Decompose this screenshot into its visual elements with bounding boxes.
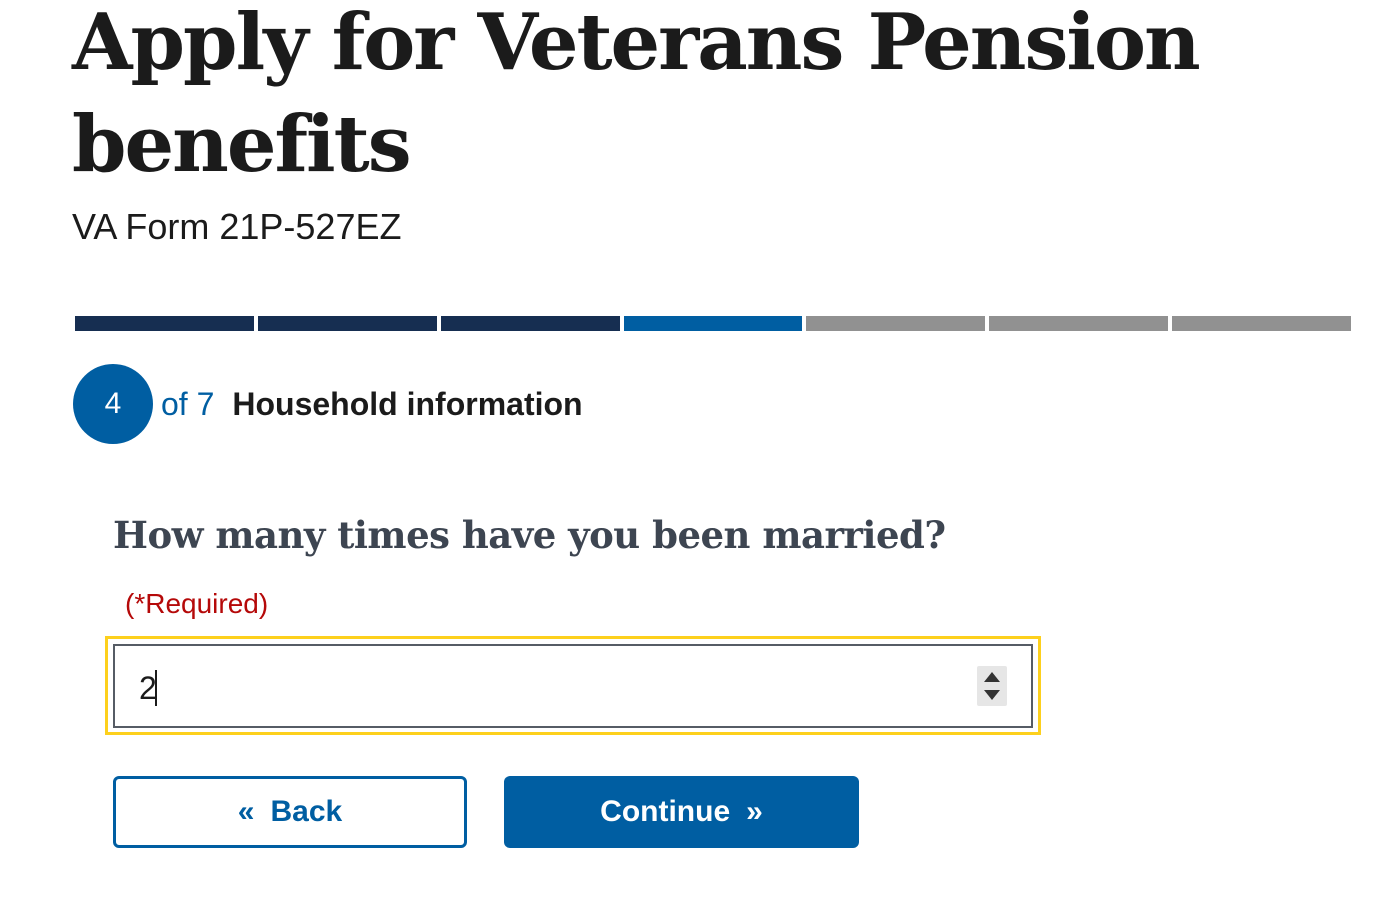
spinner-up-icon[interactable] [984, 672, 1000, 682]
step-of-total: of 7 [161, 385, 215, 422]
required-indicator: (*Required) [125, 588, 269, 619]
progress-segment-incomplete [806, 316, 986, 331]
back-button-label: Back [270, 795, 343, 828]
progress-segment-current [623, 316, 803, 331]
continue-button-label: Continue [600, 795, 731, 828]
step-indicator: 4 of 7 Household information [73, 364, 583, 444]
text-caret [155, 670, 157, 706]
back-button[interactable]: « Back [113, 776, 467, 848]
step-number-badge: 4 [73, 364, 153, 444]
step-title: Household information [232, 385, 583, 422]
question-label: How many times have you been married? [113, 513, 946, 557]
progress-segment-complete [75, 316, 254, 331]
progress-bar [75, 316, 1352, 331]
progress-segment-incomplete [1172, 316, 1352, 331]
continue-button[interactable]: Continue » [504, 776, 859, 848]
number-spinner[interactable] [977, 666, 1007, 706]
progress-segment-incomplete [989, 316, 1169, 331]
marriage-count-input[interactable]: 2 [113, 644, 1033, 728]
double-chevron-left-icon: « [237, 795, 255, 828]
progress-segment-complete [440, 316, 620, 331]
spinner-down-icon[interactable] [984, 690, 1000, 700]
page-title: Apply for Veterans Pension benefits [72, 0, 1201, 190]
form-number: VA Form 21P-527EZ [72, 206, 402, 247]
progress-segment-complete [257, 316, 437, 331]
double-chevron-right-icon: » [746, 795, 763, 828]
